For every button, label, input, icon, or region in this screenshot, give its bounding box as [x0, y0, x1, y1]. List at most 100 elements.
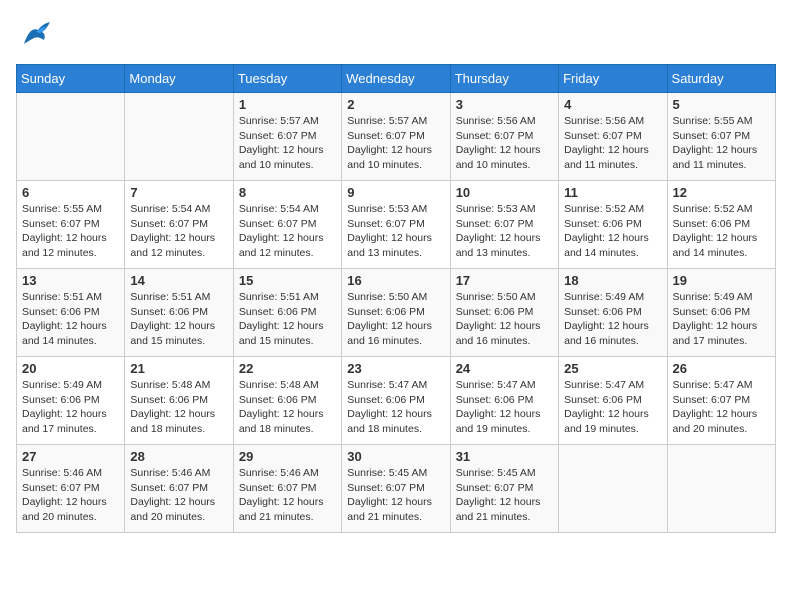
day-info: Sunrise: 5:46 AM Sunset: 6:07 PM Dayligh…	[239, 466, 336, 525]
day-info: Sunrise: 5:49 AM Sunset: 6:06 PM Dayligh…	[22, 378, 119, 437]
day-number: 29	[239, 449, 336, 464]
day-info: Sunrise: 5:56 AM Sunset: 6:07 PM Dayligh…	[564, 114, 661, 173]
day-number: 12	[673, 185, 770, 200]
day-info: Sunrise: 5:57 AM Sunset: 6:07 PM Dayligh…	[347, 114, 444, 173]
calendar-cell	[667, 445, 775, 533]
day-number: 30	[347, 449, 444, 464]
calendar-cell: 24 Sunrise: 5:47 AM Sunset: 6:06 PM Dayli…	[450, 357, 558, 445]
calendar-cell: 22 Sunrise: 5:48 AM Sunset: 6:06 PM Dayli…	[233, 357, 341, 445]
day-number: 10	[456, 185, 553, 200]
day-info: Sunrise: 5:56 AM Sunset: 6:07 PM Dayligh…	[456, 114, 553, 173]
day-info: Sunrise: 5:50 AM Sunset: 6:06 PM Dayligh…	[347, 290, 444, 349]
day-info: Sunrise: 5:51 AM Sunset: 6:06 PM Dayligh…	[130, 290, 227, 349]
calendar-cell	[559, 445, 667, 533]
calendar-cell: 18 Sunrise: 5:49 AM Sunset: 6:06 PM Dayli…	[559, 269, 667, 357]
day-info: Sunrise: 5:47 AM Sunset: 6:06 PM Dayligh…	[456, 378, 553, 437]
day-number: 28	[130, 449, 227, 464]
calendar-cell: 31Sunrise: 5:45 AM Sunset: 6:07 PM Dayli…	[450, 445, 558, 533]
calendar-cell: 6 Sunrise: 5:55 AM Sunset: 6:07 PM Daylig…	[17, 181, 125, 269]
day-number: 20	[22, 361, 119, 376]
day-info: Sunrise: 5:54 AM Sunset: 6:07 PM Dayligh…	[239, 202, 336, 261]
day-info: Sunrise: 5:51 AM Sunset: 6:06 PM Dayligh…	[22, 290, 119, 349]
weekday-row: SundayMondayTuesdayWednesdayThursdayFrid…	[17, 65, 776, 93]
calendar-cell: 2 Sunrise: 5:57 AM Sunset: 6:07 PM Daylig…	[342, 93, 450, 181]
day-number: 11	[564, 185, 661, 200]
weekday-header-wednesday: Wednesday	[342, 65, 450, 93]
weekday-header-monday: Monday	[125, 65, 233, 93]
calendar-cell: 1Sunrise: 5:57 AM Sunset: 6:07 PM Daylig…	[233, 93, 341, 181]
day-info: Sunrise: 5:48 AM Sunset: 6:06 PM Dayligh…	[130, 378, 227, 437]
weekday-header-sunday: Sunday	[17, 65, 125, 93]
calendar-cell: 16Sunrise: 5:50 AM Sunset: 6:06 PM Dayli…	[342, 269, 450, 357]
calendar-cell: 17 Sunrise: 5:50 AM Sunset: 6:06 PM Dayli…	[450, 269, 558, 357]
day-info: Sunrise: 5:45 AM Sunset: 6:07 PM Dayligh…	[347, 466, 444, 525]
day-info: Sunrise: 5:46 AM Sunset: 6:07 PM Dayligh…	[130, 466, 227, 525]
calendar-cell: 7 Sunrise: 5:54 AM Sunset: 6:07 PM Daylig…	[125, 181, 233, 269]
logo	[16, 16, 60, 56]
day-number: 26	[673, 361, 770, 376]
calendar-cell: 11 Sunrise: 5:52 AM Sunset: 6:06 PM Dayli…	[559, 181, 667, 269]
day-info: Sunrise: 5:55 AM Sunset: 6:07 PM Dayligh…	[673, 114, 770, 173]
calendar-cell: 12 Sunrise: 5:52 AM Sunset: 6:06 PM Dayli…	[667, 181, 775, 269]
day-number: 14	[130, 273, 227, 288]
weekday-header-thursday: Thursday	[450, 65, 558, 93]
day-info: Sunrise: 5:47 AM Sunset: 6:07 PM Dayligh…	[673, 378, 770, 437]
calendar-cell: 20 Sunrise: 5:49 AM Sunset: 6:06 PM Dayli…	[17, 357, 125, 445]
page-header	[16, 16, 776, 56]
calendar-cell: 14 Sunrise: 5:51 AM Sunset: 6:06 PM Dayli…	[125, 269, 233, 357]
day-number: 25	[564, 361, 661, 376]
day-number: 27	[22, 449, 119, 464]
weekday-header-friday: Friday	[559, 65, 667, 93]
day-number: 15	[239, 273, 336, 288]
day-number: 4	[564, 97, 661, 112]
calendar-cell: 15Sunrise: 5:51 AM Sunset: 6:06 PM Dayli…	[233, 269, 341, 357]
day-info: Sunrise: 5:48 AM Sunset: 6:06 PM Dayligh…	[239, 378, 336, 437]
day-info: Sunrise: 5:49 AM Sunset: 6:06 PM Dayligh…	[673, 290, 770, 349]
day-number: 22	[239, 361, 336, 376]
day-number: 21	[130, 361, 227, 376]
day-number: 19	[673, 273, 770, 288]
calendar-week-4: 20 Sunrise: 5:49 AM Sunset: 6:06 PM Dayli…	[17, 357, 776, 445]
day-number: 6	[22, 185, 119, 200]
day-number: 8	[239, 185, 336, 200]
calendar-cell: 25 Sunrise: 5:47 AM Sunset: 6:06 PM Dayli…	[559, 357, 667, 445]
day-number: 13	[22, 273, 119, 288]
calendar-cell: 29 Sunrise: 5:46 AM Sunset: 6:07 PM Dayli…	[233, 445, 341, 533]
day-number: 2	[347, 97, 444, 112]
day-number: 9	[347, 185, 444, 200]
calendar-cell: 5 Sunrise: 5:55 AM Sunset: 6:07 PM Daylig…	[667, 93, 775, 181]
calendar-week-1: 1 Sunrise: 5:57 AM Sunset: 6:07 PM Daylig…	[17, 93, 776, 181]
calendar-cell: 9 Sunrise: 5:53 AM Sunset: 6:07 PM Daylig…	[342, 181, 450, 269]
day-info: Sunrise: 5:52 AM Sunset: 6:06 PM Dayligh…	[564, 202, 661, 261]
day-info: Sunrise: 5:47 AM Sunset: 6:06 PM Dayligh…	[564, 378, 661, 437]
calendar-week-3: 13 Sunrise: 5:51 AM Sunset: 6:06 PM Dayli…	[17, 269, 776, 357]
calendar-cell: 8 Sunrise: 5:54 AM Sunset: 6:07 PM Daylig…	[233, 181, 341, 269]
day-info: Sunrise: 5:54 AM Sunset: 6:07 PM Dayligh…	[130, 202, 227, 261]
calendar-cell: 13 Sunrise: 5:51 AM Sunset: 6:06 PM Dayli…	[17, 269, 125, 357]
calendar-cell	[125, 93, 233, 181]
day-number: 3	[456, 97, 553, 112]
day-number: 17	[456, 273, 553, 288]
day-info: Sunrise: 5:50 AM Sunset: 6:06 PM Dayligh…	[456, 290, 553, 349]
calendar-cell: 26 Sunrise: 5:47 AM Sunset: 6:07 PM Dayli…	[667, 357, 775, 445]
calendar-cell: 3 Sunrise: 5:56 AM Sunset: 6:07 PM Daylig…	[450, 93, 558, 181]
day-number: 1	[239, 97, 336, 112]
calendar-cell	[17, 93, 125, 181]
day-number: 24	[456, 361, 553, 376]
day-number: 7	[130, 185, 227, 200]
day-info: Sunrise: 5:55 AM Sunset: 6:07 PM Dayligh…	[22, 202, 119, 261]
calendar-table: SundayMondayTuesdayWednesdayThursdayFrid…	[16, 64, 776, 533]
day-info: Sunrise: 5:46 AM Sunset: 6:07 PM Dayligh…	[22, 466, 119, 525]
day-number: 5	[673, 97, 770, 112]
calendar-body: 1 Sunrise: 5:57 AM Sunset: 6:07 PM Daylig…	[17, 93, 776, 533]
calendar-cell: 30 Sunrise: 5:45 AM Sunset: 6:07 PM Dayli…	[342, 445, 450, 533]
day-info: Sunrise: 5:49 AM Sunset: 6:06 PM Dayligh…	[564, 290, 661, 349]
day-info: Sunrise: 5:53 AM Sunset: 6:07 PM Dayligh…	[347, 202, 444, 261]
day-info: Sunrise: 5:52 AM Sunset: 6:06 PM Dayligh…	[673, 202, 770, 261]
day-number: 18	[564, 273, 661, 288]
calendar-cell: 10Sunrise: 5:53 AM Sunset: 6:07 PM Dayli…	[450, 181, 558, 269]
day-info: Sunrise: 5:47 AM Sunset: 6:06 PM Dayligh…	[347, 378, 444, 437]
calendar-cell: 21 Sunrise: 5:48 AM Sunset: 6:06 PM Dayli…	[125, 357, 233, 445]
logo-icon	[16, 16, 56, 56]
calendar-cell: 19 Sunrise: 5:49 AM Sunset: 6:06 PM Dayli…	[667, 269, 775, 357]
